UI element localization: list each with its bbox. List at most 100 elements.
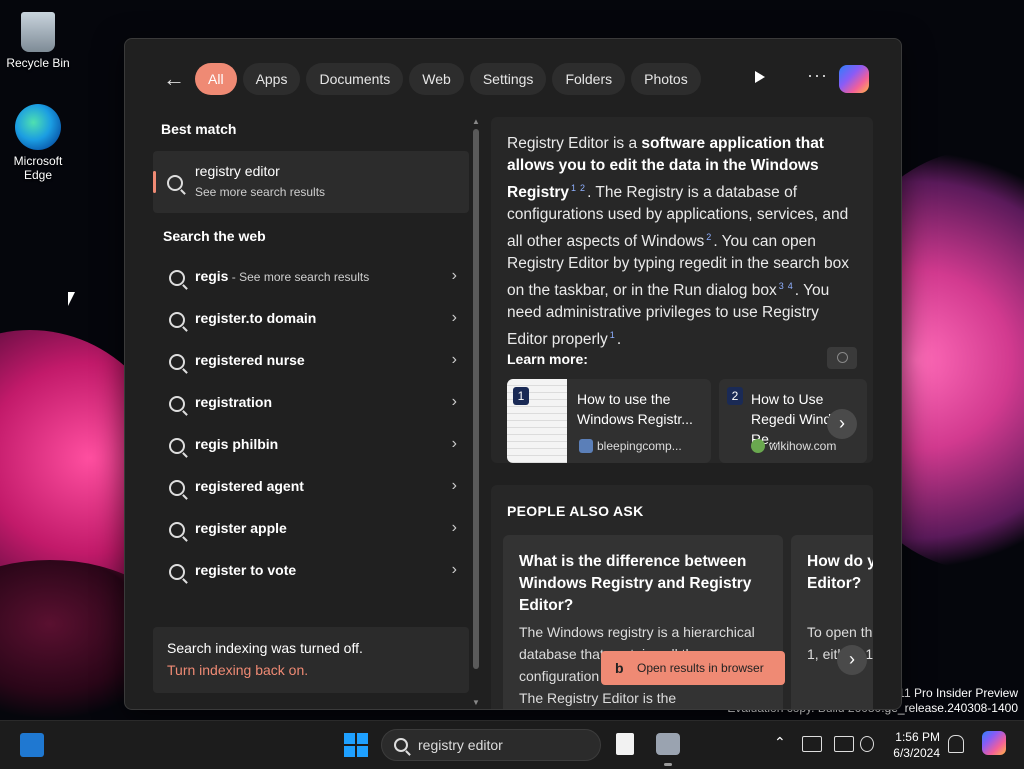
start-windows-icon[interactable] [344,733,368,757]
watermark-line1: s 11 Pro Insider Preview [888,686,1018,700]
learn-more-label: Learn more: [507,351,588,367]
widgets-icon[interactable] [20,733,44,757]
chevron-right-icon: › [451,561,457,578]
open-in-browser-label: Open results in browser [637,661,764,675]
citation[interactable]: 4 [788,275,793,297]
info-icon[interactable] [827,347,857,369]
display-icon[interactable] [834,736,854,752]
recycle-bin-icon [21,12,55,52]
people-also-ask-heading: PEOPLE ALSO ASK [507,503,644,519]
chevron-right-icon[interactable]: › [837,645,867,675]
site-favicon-icon [751,439,765,453]
turn-indexing-on-link[interactable]: Turn indexing back on. [167,662,308,678]
tab-folders[interactable]: Folders [552,63,626,95]
more-options-icon[interactable]: ··· [807,65,828,86]
scrollbar-thumb[interactable] [473,129,479,669]
web-suggestion[interactable]: registered agent › [153,467,469,507]
notification-bell-icon[interactable] [948,735,964,753]
search-icon [167,175,183,191]
source-card[interactable]: 1 How to use the Windows Registr... blee… [507,379,711,463]
chevron-right-icon: › [451,351,457,368]
search-icon [169,438,185,454]
desktop-icon-recycle-bin[interactable]: Recycle Bin [0,8,76,70]
copilot-icon[interactable] [982,731,1006,755]
chevron-right-icon: › [451,477,457,494]
search-filter-tabs: All Apps Documents Web Settings Folders … [195,63,701,95]
search-web-heading: Search the web [163,228,266,244]
system-clock[interactable]: 1:56 PM 6/3/2024 [880,729,940,761]
web-suggestion[interactable]: regis philbin › [153,425,469,465]
suggestion-text: register to vote [195,562,297,578]
question-card[interactable]: How do you open Registry Editor? To open… [791,535,873,709]
best-match-subtitle: See more search results [195,185,326,199]
suggestion-text: registered agent [195,478,304,494]
answer-card: Registry Editor is a software applicatio… [491,117,873,463]
source-site: wikihow.com [769,439,837,453]
play-icon[interactable] [755,71,765,83]
tab-documents[interactable]: Documents [306,63,404,95]
source-site: bleepingcomp... [597,439,682,453]
web-suggestion[interactable]: regis - See more search results › [153,257,469,297]
source-number: 1 [513,387,529,405]
search-icon [394,738,408,752]
answer-text: Registry Editor is a software applicatio… [507,133,863,352]
taskbar: registry editor ⌃ 1:56 PM 6/3/2024 [0,720,1024,769]
source-title: How to use the Windows Registr... [577,391,693,427]
volume-icon[interactable] [860,736,874,752]
web-suggestion[interactable]: registration › [153,383,469,423]
tab-apps[interactable]: Apps [242,63,301,95]
chevron-right-icon: › [451,267,457,284]
search-icon [169,270,185,286]
notepad-icon[interactable] [616,733,634,755]
search-icon [169,564,185,580]
tab-web[interactable]: Web [409,63,464,95]
citation[interactable]: 3 [779,275,784,297]
answer-segment: . [616,331,622,349]
scroll-down-icon[interactable]: ▼ [471,698,481,707]
desktop-icon-label: Recycle Bin [6,56,70,70]
source-number: 2 [727,387,743,405]
chevron-right-icon[interactable]: › [827,409,857,439]
search-icon [169,522,185,538]
taskbar-search-box[interactable]: registry editor [381,729,601,761]
copilot-icon[interactable] [839,65,869,93]
tab-all[interactable]: All [195,63,237,95]
best-match-heading: Best match [161,121,237,137]
citation[interactable]: 2 [706,226,711,248]
citation[interactable]: 1 [571,177,576,199]
search-icon [169,312,185,328]
citation[interactable]: 1 [610,324,615,346]
network-icon[interactable] [802,736,822,752]
mouse-cursor-icon [68,292,75,306]
best-match-item[interactable]: registry editor See more search results [153,151,469,213]
suggestion-text: registered nurse [195,352,305,368]
bing-icon: b [615,660,624,676]
web-suggestion[interactable]: register to vote › [153,551,469,591]
suggestion-text: regis philbin [195,436,279,452]
edge-icon [15,104,61,150]
back-arrow-icon[interactable]: ← [161,67,187,93]
scroll-up-icon[interactable]: ▲ [471,117,481,126]
selection-indicator [153,171,156,193]
web-suggestion[interactable]: registered nurse › [153,341,469,381]
app-icon[interactable] [656,733,680,755]
chevron-right-icon: › [451,435,457,452]
web-suggestion[interactable]: register.to domain › [153,299,469,339]
search-icon [169,354,185,370]
question-text: How do you open Registry Editor? [807,553,873,592]
open-in-browser-button[interactable]: b Open results in browser [601,651,785,685]
search-icon [169,480,185,496]
chevron-right-icon: › [451,393,457,410]
chevron-right-icon: › [451,309,457,326]
suggestion-text: register.to domain [195,310,317,326]
tab-photos[interactable]: Photos [631,63,701,95]
web-suggestion[interactable]: register apple › [153,509,469,549]
citation[interactable]: 2 [580,177,585,199]
show-hidden-icons-chevron-icon[interactable]: ⌃ [774,734,786,751]
results-scrollbar[interactable]: ▲ ▼ [471,117,481,707]
desktop-icon-edge[interactable]: Microsoft Edge [0,104,76,182]
chevron-right-icon: › [451,519,457,536]
suggestion-text: regis [195,268,229,284]
answer-segment: Registry Editor is a [507,135,642,152]
tab-settings[interactable]: Settings [469,63,547,95]
